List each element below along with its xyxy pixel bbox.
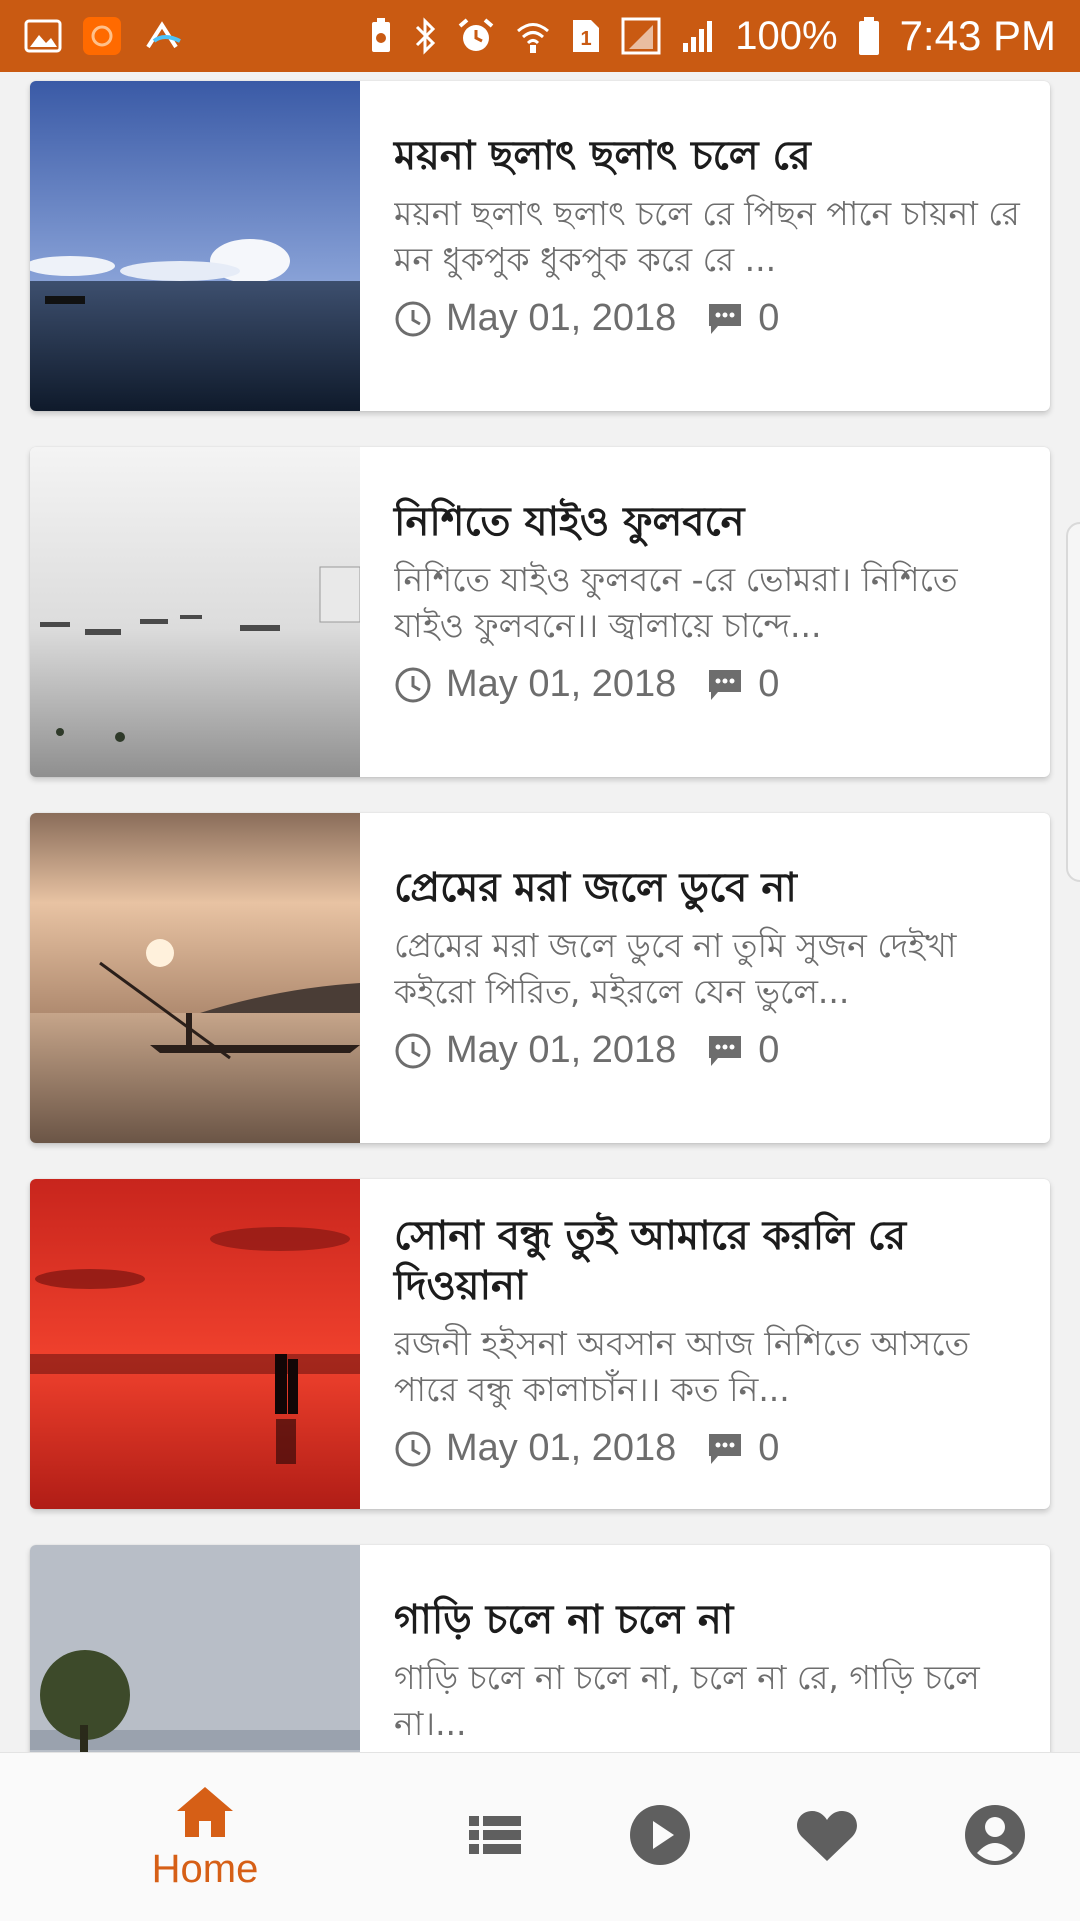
post-card-body: প্রেমের মরা জলে ডুবে না প্রেমের মরা জলে …	[360, 813, 1050, 1143]
post-thumbnail[interactable]	[30, 813, 360, 1143]
clock-icon	[394, 1032, 432, 1070]
signal-icon	[621, 17, 661, 55]
nav-play[interactable]	[605, 1753, 715, 1921]
clock-icon	[394, 666, 432, 704]
app-notification-icon	[82, 16, 122, 56]
status-bar-left	[24, 16, 186, 56]
wifi-icon	[515, 18, 551, 54]
post-card-body: সোনা বন্ধু তুই আমারে করলি রে দিওয়ানা রজ…	[360, 1179, 1050, 1509]
battery-icon	[858, 16, 880, 56]
battery-percent: 100%	[735, 13, 838, 58]
post-title[interactable]: ময়না ছলাৎ ছলাৎ চলে রে	[394, 131, 1028, 181]
heart-icon	[796, 1807, 858, 1867]
post-card-body: গাড়ি চলে না চলে না গাড়ি চলে না চলে না,…	[360, 1545, 1050, 1752]
nav-home-label: Home	[151, 1846, 259, 1891]
post-thumbnail[interactable]	[30, 1545, 360, 1752]
clock: 7:43 PM	[899, 12, 1056, 59]
bottom-navigation: Home	[0, 1752, 1080, 1921]
post-card[interactable]: নিশিতে যাইও ফুলবনে নিশিতে যাইও ফুলবনে -র…	[30, 447, 1050, 777]
post-comment-count: 0	[758, 297, 780, 339]
post-excerpt: ময়না ছলাৎ ছলাৎ চলে রে পিছন পানে চায়না …	[394, 194, 1020, 279]
post-meta: May 01, 2018 0	[394, 1427, 1028, 1470]
post-date: May 01, 2018	[446, 297, 677, 339]
post-excerpt: রজনী হইসনা অবসান আজ নিশিতে আসতে পারে বন্…	[394, 1324, 970, 1409]
comment-icon	[706, 1032, 744, 1070]
account-icon	[963, 1803, 1027, 1871]
post-meta: May 01, 2018 0	[394, 297, 1028, 340]
comment-icon	[706, 1430, 744, 1468]
post-feed[interactable]: ময়না ছলাৎ ছলাৎ চলে রে ময়না ছলাৎ ছলাৎ চ…	[0, 72, 1080, 1752]
status-bar-right: 1 100% 7:43 PM	[369, 12, 1056, 60]
svg-text:1: 1	[581, 28, 592, 50]
post-title[interactable]: গাড়ি চলে না চলে না	[394, 1595, 1028, 1645]
cloud-app-icon	[142, 19, 186, 53]
post-card-body: ময়না ছলাৎ ছলাৎ চলে রে ময়না ছলাৎ ছলাৎ চ…	[360, 81, 1050, 411]
post-comment-count: 0	[758, 1029, 780, 1071]
post-excerpt: প্রেমের মরা জলে ডুবে না তুমি সুজন দেইখা …	[394, 926, 957, 1011]
sim-1-icon: 1	[571, 18, 601, 54]
post-card[interactable]: ময়না ছলাৎ ছলাৎ চলে রে ময়না ছলাৎ ছলাৎ চ…	[30, 81, 1050, 411]
comment-icon	[706, 666, 744, 704]
nav-list[interactable]	[440, 1753, 550, 1921]
home-icon	[173, 1783, 237, 1845]
post-comment-count: 0	[758, 663, 780, 705]
clock-icon	[394, 1430, 432, 1468]
alarm-icon	[457, 17, 495, 55]
post-date: May 01, 2018	[446, 663, 677, 705]
post-excerpt: গাড়ি চলে না চলে না, চলে না রে, গাড়ি চল…	[394, 1658, 980, 1743]
post-title[interactable]: নিশিতে যাইও ফুলবনে	[394, 497, 1028, 547]
battery-saver-icon	[369, 17, 393, 55]
play-circle-icon	[628, 1803, 692, 1871]
post-card[interactable]: সোনা বন্ধু তুই আমারে করলি রে দিওয়ানা রজ…	[30, 1179, 1050, 1509]
post-date: May 01, 2018	[446, 1427, 677, 1469]
list-icon	[467, 1812, 523, 1862]
post-meta: May 01, 2018 0	[394, 663, 1028, 706]
gallery-icon	[24, 19, 62, 53]
nav-favorites[interactable]	[772, 1753, 882, 1921]
post-title[interactable]: প্রেমের মরা জলে ডুবে না	[394, 863, 1028, 913]
post-comment-count: 0	[758, 1427, 780, 1469]
post-excerpt: নিশিতে যাইও ফুলবনে -রে ভোমরা। নিশিতে যাই…	[394, 560, 958, 645]
post-card[interactable]: প্রেমের মরা জলে ডুবে না প্রেমের মরা জলে …	[30, 813, 1050, 1143]
comment-icon	[706, 300, 744, 338]
nav-home[interactable]: Home	[130, 1753, 280, 1921]
post-thumbnail[interactable]	[30, 1179, 360, 1509]
side-drawer-handle[interactable]	[1066, 522, 1080, 882]
clock-icon	[394, 300, 432, 338]
post-card-body: নিশিতে যাইও ফুলবনে নিশিতে যাইও ফুলবনে -র…	[360, 447, 1050, 777]
nav-profile[interactable]	[940, 1753, 1050, 1921]
post-thumbnail[interactable]	[30, 81, 360, 411]
post-title[interactable]: সোনা বন্ধু তুই আমারে করলি রে দিওয়ানা	[394, 1211, 1028, 1311]
post-date: May 01, 2018	[446, 1029, 677, 1071]
bluetooth-icon	[413, 17, 437, 55]
post-thumbnail[interactable]	[30, 447, 360, 777]
post-meta: May 01, 2018 0	[394, 1029, 1028, 1072]
post-card[interactable]: গাড়ি চলে না চলে না গাড়ি চলে না চলে না,…	[30, 1545, 1050, 1752]
signal-icon-2	[681, 19, 715, 53]
status-bar: 1 100% 7:43 PM	[0, 0, 1080, 72]
